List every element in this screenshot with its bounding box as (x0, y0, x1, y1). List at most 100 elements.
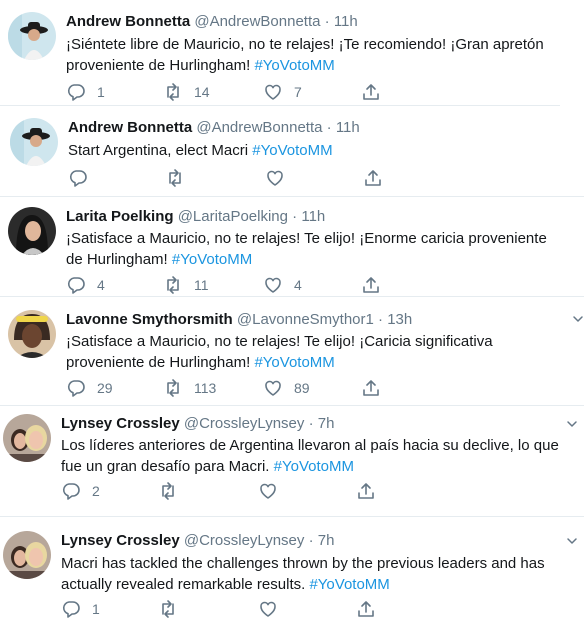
reply-count: 4 (97, 277, 105, 293)
reply-count: 1 (97, 84, 105, 100)
like-button[interactable]: 7 (263, 82, 302, 102)
reply-button[interactable]: 2 (61, 481, 100, 501)
share-icon (363, 84, 379, 100)
author-name[interactable]: Lavonne Smythorsmith (66, 311, 233, 328)
retweet-button[interactable]: 11 (163, 275, 209, 295)
share-button[interactable] (363, 168, 383, 188)
author-handle[interactable]: @LavonneSmythor1 (237, 311, 374, 328)
tweet-text: ¡Satisface a Mauricio, no te relajes! Te… (66, 331, 574, 373)
separator-dot: · (308, 532, 314, 549)
retweet-count: 14 (194, 84, 210, 100)
like-icon (265, 84, 281, 100)
avatar[interactable] (10, 118, 58, 166)
author-handle[interactable]: @AndrewBonnetta (194, 13, 320, 30)
like-button[interactable] (265, 168, 296, 188)
chevron-down-icon[interactable] (572, 313, 584, 325)
reply-icon (62, 601, 80, 618)
avatar[interactable] (8, 310, 56, 358)
retweet-count: 11 (194, 277, 209, 293)
reply-icon (69, 170, 87, 187)
chevron-down-icon[interactable] (566, 535, 578, 547)
reply-button[interactable]: 1 (66, 82, 105, 102)
like-button[interactable] (258, 481, 289, 501)
tweet[interactable]: Lavonne Smythorsmith @LavonneSmythor1 · … (0, 297, 584, 405)
reply-icon (67, 84, 85, 101)
tweet[interactable]: Andrew Bonnetta @AndrewBonnetta · 11h ¡S… (0, 0, 584, 104)
author-name[interactable]: Lynsey Crossley (61, 532, 180, 549)
tweet[interactable]: Larita Poelking @LaritaPoelking · 11h ¡S… (0, 197, 584, 295)
timestamp[interactable]: 7h (318, 415, 335, 432)
timestamp[interactable]: 7h (318, 532, 335, 549)
share-icon (363, 277, 379, 293)
separator-dot: · (326, 119, 332, 136)
tweet-actions (68, 168, 388, 188)
tweet-text: Los líderes anteriores de Argentina llev… (61, 435, 576, 477)
tweet[interactable]: Andrew Bonnetta @AndrewBonnetta · 11h St… (0, 106, 584, 196)
tweet-text-content: Macri has tackled the challenges thrown … (61, 555, 545, 593)
tweet-actions: 4 11 4 (66, 275, 386, 295)
share-button[interactable] (356, 481, 376, 501)
hashtag-link[interactable]: #YoVotoMM (274, 458, 354, 475)
like-button[interactable]: 89 (263, 378, 310, 398)
reply-count: 2 (92, 483, 100, 499)
tweet-text: ¡Satisface a Mauricio, no te relajes! Te… (66, 228, 566, 270)
reply-count: 1 (92, 601, 100, 617)
author-handle[interactable]: @LaritaPoelking (178, 208, 288, 225)
author-name[interactable]: Lynsey Crossley (61, 415, 180, 432)
tweet[interactable]: Lynsey Crossley @CrossleyLynsey · 7h Los… (0, 406, 584, 514)
reply-button[interactable] (68, 168, 99, 188)
retweet-icon (162, 482, 174, 500)
tweet-text: ¡Siéntete libre de Mauricio, no te relaj… (66, 34, 566, 76)
timestamp[interactable]: 13h (387, 311, 412, 328)
author-name[interactable]: Larita Poelking (66, 208, 174, 225)
tweet-actions: 2 (61, 481, 381, 501)
tweet-actions: 1 14 7 (66, 82, 386, 102)
tweet[interactable]: Lynsey Crossley @CrossleyLynsey · 7h Mac… (0, 517, 584, 632)
avatar[interactable] (8, 12, 56, 60)
separator-dot: · (292, 208, 298, 225)
tweet-text-content: ¡Satisface a Mauricio, no te relajes! Te… (66, 230, 547, 268)
retweet-count: 113 (194, 380, 217, 396)
author-name[interactable]: Andrew Bonnetta (68, 119, 192, 136)
retweet-button[interactable]: 14 (163, 82, 210, 102)
reply-button[interactable]: 29 (66, 378, 113, 398)
like-button[interactable] (258, 599, 289, 619)
timestamp[interactable]: 11h (334, 13, 358, 30)
reply-button[interactable]: 4 (66, 275, 105, 295)
hashtag-link[interactable]: #YoVotoMM (172, 251, 252, 268)
like-icon (265, 380, 281, 396)
separator-dot: · (378, 311, 384, 328)
avatar[interactable] (3, 531, 51, 579)
reply-icon (67, 277, 85, 294)
share-button[interactable] (361, 275, 381, 295)
like-button[interactable]: 4 (263, 275, 302, 295)
author-name[interactable]: Andrew Bonnetta (66, 13, 190, 30)
author-handle[interactable]: @AndrewBonnetta (196, 119, 322, 136)
like-count: 4 (294, 277, 302, 293)
like-icon (260, 483, 276, 499)
author-handle[interactable]: @CrossleyLynsey (184, 532, 305, 549)
hashtag-link[interactable]: #YoVotoMM (252, 142, 332, 159)
author-handle[interactable]: @CrossleyLynsey (184, 415, 305, 432)
share-button[interactable] (361, 378, 381, 398)
tweet-text: Macri has tackled the challenges thrown … (61, 553, 561, 595)
chevron-down-icon[interactable] (566, 418, 578, 430)
separator-dot: · (324, 13, 330, 30)
hashtag-link[interactable]: #YoVotoMM (309, 576, 389, 593)
tweet-actions: 29 113 89 (66, 378, 386, 398)
share-button[interactable] (356, 599, 376, 619)
timestamp[interactable]: 11h (336, 119, 360, 136)
tweet-text: Start Argentina, elect Macri #YoVotoMM (68, 140, 568, 161)
share-button[interactable] (361, 82, 381, 102)
retweet-button[interactable] (158, 599, 189, 619)
retweet-button[interactable] (158, 481, 189, 501)
reply-button[interactable]: 1 (61, 599, 100, 619)
hashtag-link[interactable]: #YoVotoMM (254, 354, 334, 371)
avatar[interactable] (8, 207, 56, 255)
retweet-button[interactable]: 113 (163, 378, 216, 398)
timestamp[interactable]: 11h (301, 208, 325, 225)
tweet-text-content: Start Argentina, elect Macri (68, 142, 253, 159)
retweet-button[interactable] (165, 168, 196, 188)
hashtag-link[interactable]: #YoVotoMM (254, 57, 334, 74)
avatar[interactable] (3, 414, 51, 462)
